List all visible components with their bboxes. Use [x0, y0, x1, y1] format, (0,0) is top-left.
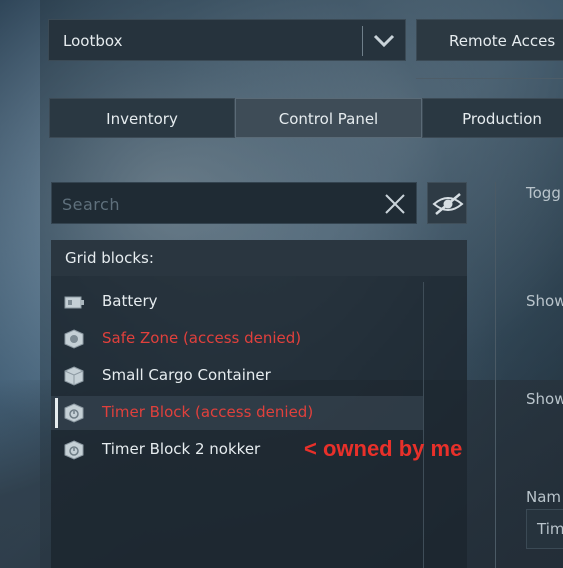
list-item[interactable]: Battery	[51, 285, 423, 319]
list-item-label: Battery	[102, 292, 158, 310]
selection-marker	[55, 398, 58, 428]
right-panel-label: Show	[526, 292, 563, 310]
hide-blocks-toggle-button[interactable]	[427, 182, 467, 224]
grid-selector-dropdown[interactable]: Lootbox	[48, 19, 406, 61]
block-name-field[interactable]: Tim	[526, 509, 563, 549]
tab-inventory[interactable]: Inventory	[49, 98, 235, 138]
tab-production[interactable]: Production	[422, 98, 563, 138]
list-item-selected[interactable]: Timer Block (access denied)	[51, 396, 423, 430]
list-item-label: Timer Block 2 nokker	[102, 440, 261, 458]
close-icon[interactable]	[382, 191, 408, 217]
panel-divider	[495, 182, 496, 568]
grid-selector-label: Lootbox	[63, 32, 123, 50]
list-item[interactable]: Safe Zone (access denied)	[51, 322, 423, 356]
right-panel-label: Togg	[526, 184, 561, 202]
dropdown-separator	[362, 26, 363, 56]
list-scrollbar-track[interactable]	[423, 282, 424, 568]
remote-access-button[interactable]: Remote Acces	[416, 19, 563, 61]
ownership-annotation: < owned by me	[304, 436, 463, 461]
list-item-label: Timer Block (access denied)	[102, 403, 314, 421]
search-box	[51, 182, 417, 225]
battery-block-icon	[64, 296, 84, 309]
timer-block-icon	[64, 440, 84, 460]
tab-control-panel[interactable]: Control Panel	[235, 98, 422, 138]
block-name-value: Tim	[537, 520, 563, 538]
eye-hidden-icon	[432, 193, 464, 215]
list-item-label: Small Cargo Container	[102, 366, 271, 384]
right-panel-label: Nam	[526, 488, 562, 506]
list-item[interactable]: Small Cargo Container	[51, 359, 423, 393]
timer-block-icon	[64, 403, 84, 423]
divider-line	[416, 78, 563, 79]
safe-zone-block-icon	[64, 329, 84, 349]
right-panel-label: Show	[526, 390, 563, 408]
cargo-container-block-icon	[64, 366, 84, 386]
list-item-label: Safe Zone (access denied)	[102, 329, 302, 347]
search-input[interactable]	[52, 183, 384, 225]
grid-blocks-header: Grid blocks:	[51, 240, 467, 276]
chevron-down-icon[interactable]	[371, 28, 397, 54]
